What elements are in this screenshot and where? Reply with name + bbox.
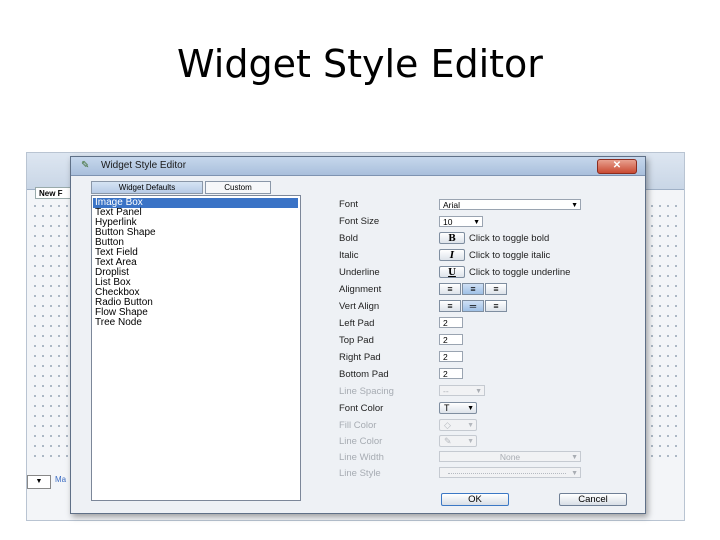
tab-custom[interactable]: Custom xyxy=(205,181,271,194)
font-label: Font xyxy=(339,199,359,210)
align-middle-icon[interactable]: ═ xyxy=(462,300,484,312)
bold-label: Bold xyxy=(339,233,359,244)
line-style-label: Line Style xyxy=(339,468,381,479)
bottom-pad-input[interactable]: 2 xyxy=(439,368,463,379)
chevron-down-icon: ▼ xyxy=(473,219,480,226)
chevron-down-icon: ▼ xyxy=(467,405,474,412)
font-size-label: Font Size xyxy=(339,216,380,227)
italic-hint: Click to toggle italic xyxy=(469,250,551,261)
align-left-icon[interactable]: ≡ xyxy=(439,283,461,295)
dialog-titlebar[interactable]: ✎ Widget Style Editor ✕ xyxy=(71,157,645,176)
app-icon: ✎ xyxy=(81,160,90,171)
bold-toggle-button[interactable]: B xyxy=(439,232,465,244)
right-pad-input[interactable]: 2 xyxy=(439,351,463,362)
widget-style-editor-dialog: ✎ Widget Style Editor ✕ Widget Defaults … xyxy=(70,156,646,514)
underline-label: Underline xyxy=(339,267,380,278)
cancel-button[interactable]: Cancel xyxy=(559,493,627,506)
bottom-pad-label: Bottom Pad xyxy=(339,369,389,380)
left-pad-input[interactable]: 2 xyxy=(439,317,463,328)
slide-title: Widget Style Editor xyxy=(177,42,543,86)
line-style-dropdown[interactable]: ▼ xyxy=(439,467,581,478)
line-width-label: Line Width xyxy=(339,452,384,463)
chevron-down-icon: ▼ xyxy=(467,422,474,429)
pen-icon: ✎ xyxy=(444,436,452,446)
align-bottom-icon[interactable]: ≡ xyxy=(485,300,507,312)
line-color-label: Line Color xyxy=(339,436,383,447)
chevron-down-icon: ▼ xyxy=(571,470,578,477)
chevron-down-icon: ▼ xyxy=(475,388,482,395)
font-value: Arial xyxy=(443,200,461,210)
top-pad-label: Top Pad xyxy=(339,335,374,346)
dialog-title: Widget Style Editor xyxy=(101,160,187,171)
tab-widget-defaults[interactable]: Widget Defaults xyxy=(91,181,203,194)
line-spacing-label: Line Spacing xyxy=(339,386,394,397)
align-top-icon[interactable]: ≡ xyxy=(439,300,461,312)
background-link[interactable]: Ma xyxy=(55,475,66,484)
dialog-tabs: Widget Defaults Custom xyxy=(91,181,297,194)
font-color-label: Font Color xyxy=(339,403,384,414)
line-width-value: None xyxy=(499,452,521,462)
ok-button[interactable]: OK xyxy=(441,493,509,506)
left-pad-label: Left Pad xyxy=(339,318,375,329)
fill-color-button[interactable]: ◇ ▼ xyxy=(439,419,477,431)
italic-label: Italic xyxy=(339,250,359,261)
vert-align-segmented-control: ≡ ═ ≡ xyxy=(439,300,508,312)
fill-color-label: Fill Color xyxy=(339,420,377,431)
line-spacing-value: -- xyxy=(443,386,449,396)
background-dropdown[interactable]: ▼ xyxy=(27,475,51,489)
right-pad-label: Right Pad xyxy=(339,352,381,363)
background-grid-left xyxy=(31,201,71,461)
widget-type-list[interactable]: Image Box Text Panel Hyperlink Button Sh… xyxy=(91,195,301,501)
font-size-value: 10 xyxy=(443,217,453,227)
vert-align-label: Vert Align xyxy=(339,301,380,312)
alignment-label: Alignment xyxy=(339,284,382,295)
font-color-button[interactable]: T ▼ xyxy=(439,402,477,414)
list-item[interactable]: Tree Node xyxy=(93,318,298,328)
align-center-icon[interactable]: ≡ xyxy=(462,283,484,295)
line-color-button[interactable]: ✎ ▼ xyxy=(439,435,477,447)
italic-toggle-button[interactable]: I xyxy=(439,249,465,261)
bold-hint: Click to toggle bold xyxy=(469,233,550,244)
close-button[interactable]: ✕ xyxy=(597,159,637,174)
underline-hint: Click to toggle underline xyxy=(469,267,571,278)
chevron-down-icon: ▼ xyxy=(571,454,578,461)
font-size-dropdown[interactable]: 10 ▼ xyxy=(439,216,483,227)
chevron-down-icon: ▼ xyxy=(571,202,578,209)
line-width-dropdown[interactable]: None ▼ xyxy=(439,451,581,462)
line-spacing-dropdown[interactable]: -- ▼ xyxy=(439,385,485,396)
line-style-preview xyxy=(448,473,566,474)
underline-toggle-button[interactable]: U xyxy=(439,266,465,278)
background-grid-right xyxy=(648,201,680,461)
paint-bucket-icon: ◇ xyxy=(444,420,451,430)
align-right-icon[interactable]: ≡ xyxy=(485,283,507,295)
text-color-icon: T xyxy=(444,403,450,413)
font-dropdown[interactable]: Arial ▼ xyxy=(439,199,581,210)
alignment-segmented-control: ≡ ≡ ≡ xyxy=(439,283,508,295)
chevron-down-icon: ▼ xyxy=(467,438,474,445)
top-pad-input[interactable]: 2 xyxy=(439,334,463,345)
